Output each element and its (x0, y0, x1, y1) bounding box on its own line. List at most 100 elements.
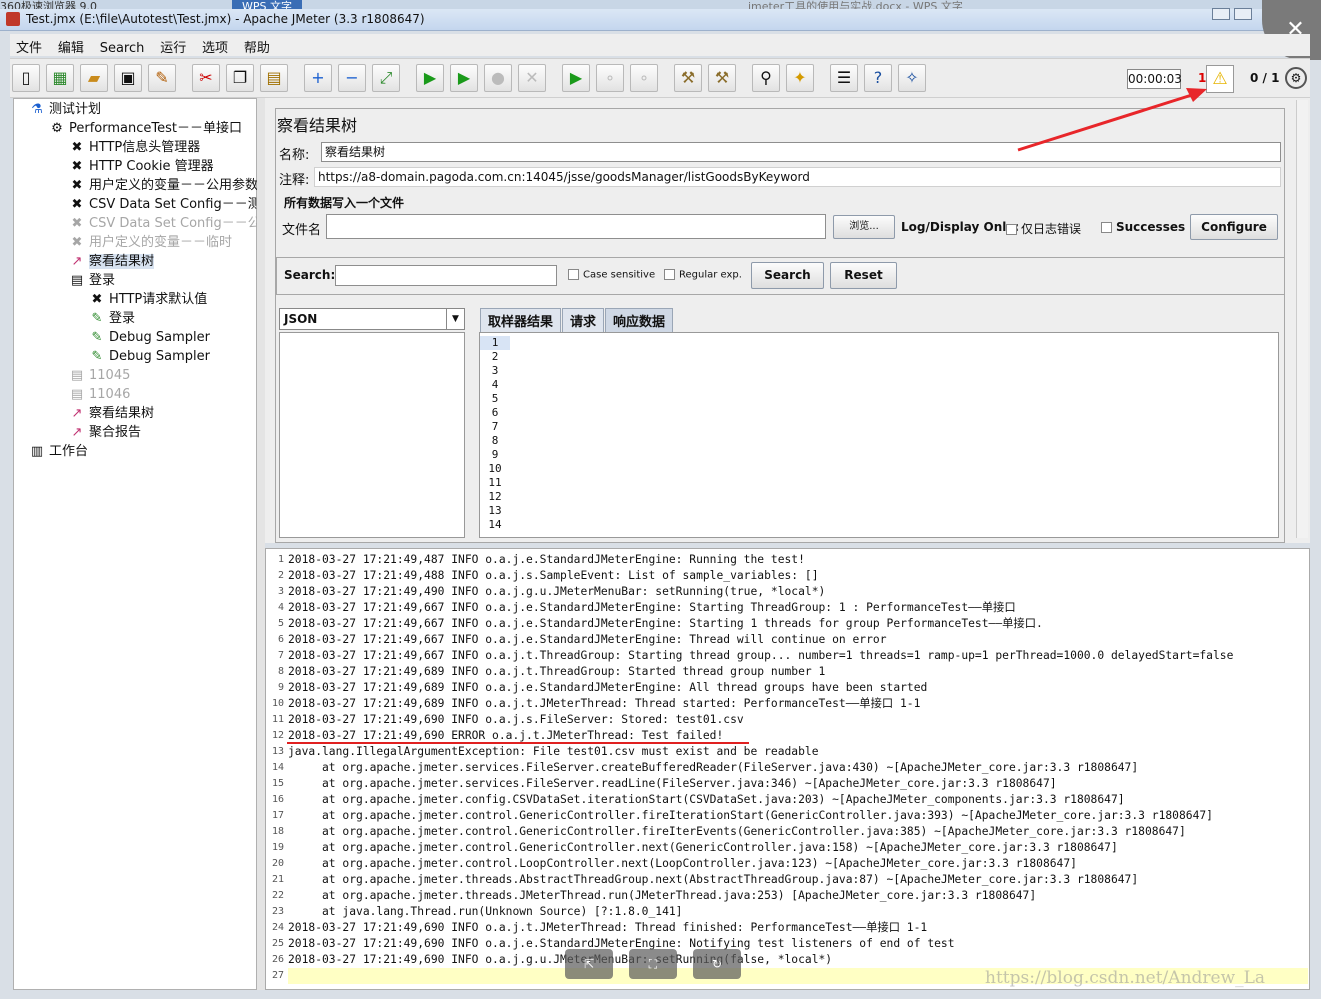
tree-node[interactable]: ▤ 11045 (68, 366, 131, 385)
tree-node[interactable]: ✖ HTTP信息头管理器 (68, 138, 201, 157)
filename-field[interactable] (326, 214, 826, 239)
save-as-icon[interactable]: ✎ (148, 64, 176, 92)
tree-node[interactable]: ✖ 用户定义的变量－－公用参数 (68, 176, 258, 195)
checkbox-box (664, 269, 675, 280)
checkbox-box (568, 269, 579, 280)
search-button[interactable]: Search (751, 262, 824, 289)
editor-line-number: 12 (488, 490, 502, 503)
tree-node[interactable]: ▤ 11046 (68, 385, 131, 404)
menu-bar: 文件 编辑 Search 运行 选项 帮助 (10, 34, 1310, 56)
response-editor[interactable]: 1 2 3 4 5 6 7 8 9 10 11 12 13 14 (479, 332, 1279, 538)
tree-node[interactable]: ✖ 用户定义的变量－－临时 (68, 233, 232, 252)
remote-stop-icon[interactable]: ∘ (596, 64, 624, 92)
menu-help[interactable]: 帮助 (238, 34, 276, 59)
tree-node[interactable]: ↗ 察看结果树 (68, 404, 154, 423)
regex-checkbox[interactable]: Regular exp. (664, 269, 742, 281)
reset-button[interactable]: Reset (830, 262, 897, 289)
log-lines: 2018-03-27 17:21:49,487 INFO o.a.j.e.Sta… (288, 552, 1308, 984)
regex-label: Regular exp. (679, 269, 742, 281)
controller-icon: ▤ (70, 273, 84, 288)
save-icon[interactable]: ▣ (114, 64, 142, 92)
log-line-number: 21 (271, 874, 284, 885)
reset-search-icon[interactable]: ✦ (786, 64, 814, 92)
clear-icon[interactable]: ⚒ (674, 64, 702, 92)
chart-icon: ↗ (71, 254, 83, 269)
editor-line-numbers: 1 2 3 4 5 6 7 8 9 10 11 12 13 14 (480, 336, 510, 532)
case-sensitive-checkbox[interactable]: Case sensitive (568, 269, 655, 281)
stop-icon[interactable]: ● (484, 64, 512, 92)
ssl-manager-icon[interactable]: ✧ (898, 64, 926, 92)
editor-line-number: 1 (480, 336, 510, 350)
tab-request[interactable]: 请求 (562, 308, 605, 332)
toggle-icon[interactable]: ⤢ (372, 64, 400, 92)
clear-all-icon[interactable]: ⚒ (708, 64, 736, 92)
paste-icon[interactable]: ▤ (260, 64, 288, 92)
log-line-number: 16 (271, 794, 284, 805)
tree-node[interactable]: ✖ CSV Data Set Config－－公用 (68, 214, 274, 233)
search-label: Search: (284, 268, 336, 282)
log-viewer[interactable]: 1 2 3 4 5 6 7 8 9 10 11 12 13 14 15 16 17 18 19 20 21 22 23 24 2… (265, 548, 1310, 990)
renderer-select[interactable]: JSON ▼ (279, 308, 465, 330)
menu-file[interactable]: 文件 (10, 34, 48, 59)
fit-icon[interactable]: ⇱ (565, 949, 613, 979)
tree-node[interactable]: ✎ Debug Sampler (88, 347, 210, 366)
errors-only-checkbox[interactable]: 仅日志错误 (1006, 220, 1081, 237)
tab-response-data[interactable]: 响应数据 (605, 308, 674, 332)
sample-results-list[interactable] (279, 332, 465, 538)
expand-icon[interactable]: + (304, 64, 332, 92)
browse-button[interactable]: 浏览... (833, 215, 895, 239)
chart-icon: ↗ (71, 425, 83, 440)
rotate-icon[interactable]: ↻ (693, 949, 741, 979)
vertical-scrollbar[interactable] (1296, 100, 1308, 538)
screenshot-overlay-controls: ⇱ ⛶ ↻ (565, 949, 757, 979)
split-pane-divider[interactable] (257, 98, 265, 990)
warning-icon[interactable]: ⚠ (1206, 65, 1234, 93)
menu-options[interactable]: 选项 (196, 34, 234, 59)
tree-node[interactable]: ↗ 聚合报告 (68, 423, 141, 442)
start-no-pauses-icon[interactable]: ▶ (450, 64, 478, 92)
tree-node[interactable]: ⚙ PerformanceTest－－单接口 (48, 119, 242, 138)
cut-icon[interactable]: ✂ (192, 64, 220, 92)
log-line-number: 1 (277, 554, 284, 565)
start-icon[interactable]: ▶ (416, 64, 444, 92)
comment-field[interactable]: https://a8-domain.pagoda.com.cn:14045/js… (314, 167, 1281, 187)
editor-line-number: 2 (491, 350, 499, 363)
tree-node[interactable]: ↗ 察看结果树 (68, 252, 155, 271)
new-icon[interactable]: ▯ (12, 64, 40, 92)
tree-node[interactable]: ✖ HTTP Cookie 管理器 (68, 157, 214, 176)
menu-search[interactable]: Search (94, 38, 151, 59)
errors-only-label: 仅日志错误 (1021, 222, 1082, 236)
wrench-icon: ✖ (71, 159, 83, 174)
tree-node[interactable]: ✎ Debug Sampler (88, 328, 210, 347)
maximize-button[interactable] (1234, 8, 1252, 20)
search-icon[interactable]: ⚲ (752, 64, 780, 92)
remote-start-icon[interactable]: ▶ (562, 64, 590, 92)
tree-node[interactable]: ▥ 工作台 (28, 442, 88, 461)
remote-shutdown-icon[interactable]: ∘ (630, 64, 658, 92)
tree-node[interactable]: ▤ 登录 (68, 271, 115, 290)
templates-icon[interactable]: ▦ (46, 64, 74, 92)
copy-icon[interactable]: ❐ (226, 64, 254, 92)
tree-node[interactable]: ✎ 登录 (88, 309, 135, 328)
name-field[interactable]: 察看结果树 (321, 142, 1281, 162)
function-helper-icon[interactable]: ☰ (830, 64, 858, 92)
successes-checkbox[interactable]: Successes (1101, 220, 1185, 234)
menu-run[interactable]: 运行 (154, 34, 192, 59)
tree-node[interactable]: ✖ HTTP请求默认值 (88, 290, 208, 309)
tab-sampler-result[interactable]: 取样器结果 (480, 308, 562, 332)
editor-line-number: 4 (491, 378, 499, 391)
tree-node[interactable]: ✖ CSV Data Set Config－－测试 (68, 195, 274, 214)
log-line: at org.apache.jmeter.threads.JMeterThrea… (288, 889, 1037, 902)
configure-button[interactable]: Configure (1190, 214, 1278, 240)
search-input[interactable] (335, 265, 557, 286)
minimize-button[interactable] (1212, 8, 1230, 20)
menu-edit[interactable]: 编辑 (52, 34, 90, 59)
collapse-icon[interactable]: − (338, 64, 366, 92)
result-tabs: 取样器结果 请求 响应数据 (480, 308, 674, 332)
pipette-icon: ✎ (91, 330, 103, 345)
tree-node[interactable]: ⚗ 测试计划 (28, 100, 101, 119)
fullscreen-icon[interactable]: ⛶ (629, 949, 677, 979)
shutdown-icon[interactable]: ✕ (518, 64, 546, 92)
open-icon[interactable]: ▰ (80, 64, 108, 92)
help-icon[interactable]: ? (864, 64, 892, 92)
